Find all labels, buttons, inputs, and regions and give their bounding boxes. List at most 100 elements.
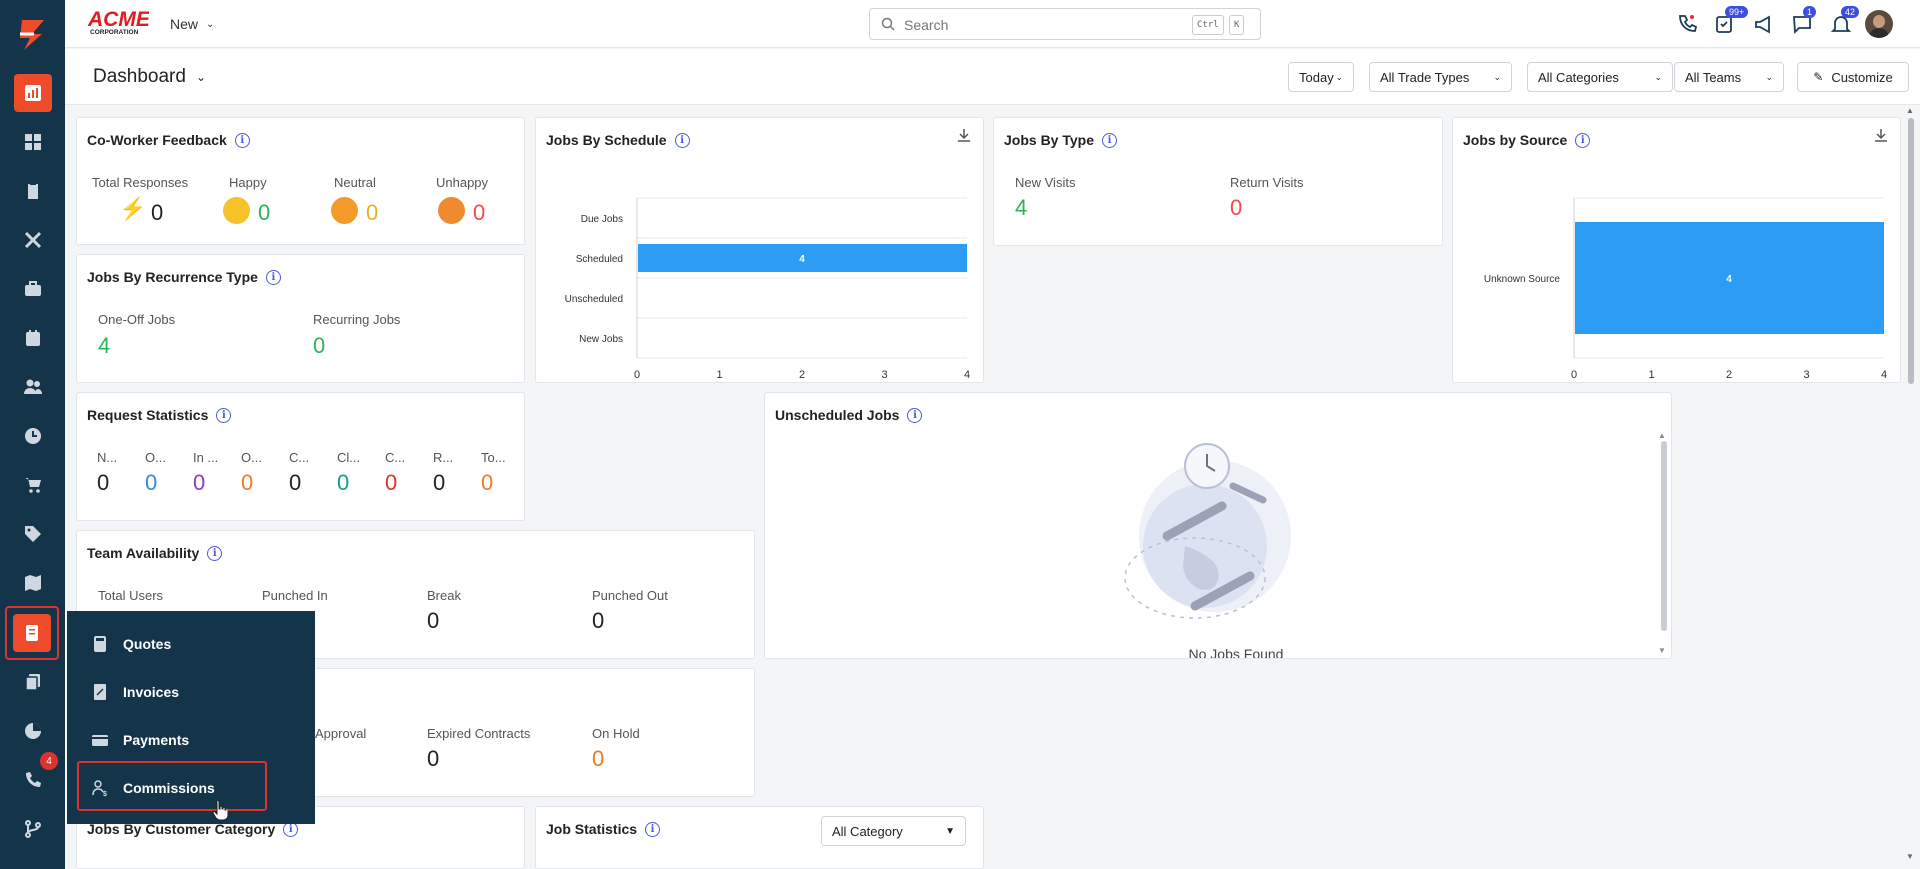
- expired-contracts-value: 0: [427, 746, 440, 771]
- sidebar-dashboard[interactable]: [14, 74, 52, 112]
- category-label: Unknown Source: [1484, 274, 1561, 285]
- customize-label: Customize: [1831, 69, 1893, 85]
- download-icon[interactable]: [957, 128, 971, 142]
- card-title: Jobs By Recurrence Type: [87, 269, 258, 285]
- info-icon[interactable]: i: [207, 545, 223, 561]
- menu-item-quotes[interactable]: Quotes: [91, 630, 171, 658]
- card-header: Co-Worker Feedback i: [87, 132, 250, 148]
- lightning-icon: ⚡: [119, 196, 147, 221]
- happy-label: Happy: [229, 175, 267, 190]
- app-logo-icon[interactable]: [12, 14, 52, 54]
- sidebar-timesheet[interactable]: [14, 417, 52, 455]
- sidebar-jobs[interactable]: [14, 270, 52, 308]
- sidebar-files[interactable]: [14, 663, 52, 701]
- sidebar-store[interactable]: [14, 466, 52, 504]
- info-icon[interactable]: i: [1575, 132, 1591, 148]
- data-label: 4: [1726, 274, 1732, 285]
- sidebar-map[interactable]: [14, 564, 52, 602]
- new-button[interactable]: New ⌄: [170, 16, 214, 32]
- recurrence-card: Jobs By Recurrence Type i One-Off Jobs 4 …: [76, 254, 525, 383]
- clock-icon: [25, 428, 41, 444]
- pencil-icon: ✎: [1813, 70, 1824, 84]
- menu-item-invoices[interactable]: Invoices: [91, 678, 179, 706]
- teams-filter[interactable]: All Teams ⌄: [1674, 62, 1784, 92]
- request-stat-value: 0: [97, 470, 110, 495]
- sidebar-integrations[interactable]: [14, 810, 52, 848]
- kbd-ctrl: Ctrl: [1192, 15, 1224, 35]
- request-stat-value: 0: [241, 470, 254, 495]
- calendar-icon: [26, 330, 40, 346]
- info-icon[interactable]: i: [1102, 132, 1117, 148]
- request-stat-value: 0: [433, 470, 446, 495]
- card-header: Unscheduled Jobs i: [775, 407, 923, 423]
- menu-item-payments[interactable]: Payments: [91, 726, 189, 754]
- date-filter[interactable]: Today ⌄: [1288, 62, 1354, 92]
- dashboard-header: Dashboard ⌄ Today ⌄ All Trade Types ⌄ All C…: [65, 49, 1920, 105]
- bar-chart-icon: [25, 85, 41, 101]
- tasks-icon[interactable]: 99+: [1713, 6, 1749, 36]
- invoice-icon: [94, 684, 106, 700]
- search-box[interactable]: Search Ctrl K: [869, 8, 1261, 40]
- new-label: New: [170, 16, 199, 32]
- tag-icon: [25, 526, 41, 542]
- x-tick-label: 3: [881, 369, 887, 378]
- customize-button[interactable]: ✎ Customize: [1797, 62, 1909, 92]
- request-stat-value: 0: [337, 470, 350, 495]
- info-icon[interactable]: i: [234, 132, 250, 148]
- card-title: Request Statistics: [87, 407, 209, 423]
- info-icon[interactable]: i: [645, 821, 661, 837]
- page-scroll-up-icon[interactable]: ▲: [1906, 106, 1914, 115]
- sidebar-documents[interactable]: [14, 172, 52, 210]
- unhappy-label: Unhappy: [436, 175, 489, 190]
- download-icon[interactable]: [1874, 128, 1888, 142]
- x-tick-label: 2: [1726, 369, 1732, 378]
- user-avatar[interactable]: [1865, 10, 1893, 38]
- punched-in-label: Punched In: [262, 588, 328, 603]
- coworker-feedback-card: Co-Worker Feedback i Total Responses ⚡ 0 …: [76, 117, 525, 245]
- briefcase-icon: [25, 281, 41, 296]
- scroll-down-icon[interactable]: ▼: [1658, 646, 1666, 655]
- info-icon[interactable]: i: [907, 407, 923, 423]
- one-off-label: One-Off Jobs: [98, 312, 176, 327]
- job-statistics-card: Job Statistics i All Category ▼: [535, 806, 984, 869]
- page-scrollbar-thumb[interactable]: [1908, 118, 1914, 384]
- neutral-value: 0: [366, 200, 379, 225]
- trade-type-filter[interactable]: All Trade Types ⌄: [1369, 62, 1512, 92]
- sidebar-pricebook[interactable]: [14, 515, 52, 553]
- dashboard-selector[interactable]: Dashboard ⌄: [93, 66, 206, 88]
- megaphone-icon[interactable]: [1753, 12, 1777, 36]
- info-icon[interactable]: i: [265, 269, 281, 285]
- request-stat-label: O...: [241, 450, 262, 465]
- sidebar-reports[interactable]: [14, 712, 52, 750]
- page-scroll-down-icon[interactable]: ▼: [1906, 852, 1914, 861]
- chevron-down-icon: ⌄: [1493, 71, 1501, 82]
- sidebar-apps[interactable]: [14, 123, 52, 161]
- category-filter[interactable]: All Categories ⌄: [1527, 62, 1673, 92]
- category-select[interactable]: All Category ▼: [821, 816, 966, 846]
- phone-alert-icon[interactable]: [1675, 12, 1699, 36]
- category-label: New Jobs: [579, 334, 623, 345]
- card-header: Request Statistics i: [87, 407, 232, 423]
- brand-logo[interactable]: ACME CORPORATION: [87, 7, 151, 36]
- sidebar-billing[interactable]: [5, 606, 59, 660]
- x-tick-label: 2: [799, 369, 805, 378]
- category-select-value: All Category: [832, 823, 903, 839]
- scrollbar-thumb[interactable]: [1661, 441, 1667, 631]
- sidebar-tools[interactable]: [14, 221, 52, 259]
- hand-cursor-icon: [212, 799, 228, 821]
- scroll-up-icon[interactable]: ▲: [1658, 431, 1666, 440]
- chat-icon[interactable]: 1: [1791, 6, 1817, 36]
- one-off-value: 4: [98, 333, 111, 358]
- unscheduled-jobs-card: Unscheduled Jobs i No Jobs Found ▲ ▼: [764, 392, 1672, 659]
- empty-state-text: No Jobs Found: [1188, 646, 1284, 659]
- branch-icon: [25, 820, 41, 838]
- sidebar-calendar[interactable]: [14, 319, 52, 357]
- sidebar-customers[interactable]: [14, 368, 52, 406]
- info-icon[interactable]: i: [216, 407, 232, 423]
- bell-icon[interactable]: 42: [1829, 6, 1860, 36]
- search-placeholder: Search: [904, 17, 949, 33]
- map-icon: [25, 575, 41, 591]
- info-icon[interactable]: i: [674, 132, 690, 148]
- menu-item-commissions[interactable]: $ Commissions: [91, 774, 215, 802]
- total-users-label: Total Users: [98, 588, 164, 603]
